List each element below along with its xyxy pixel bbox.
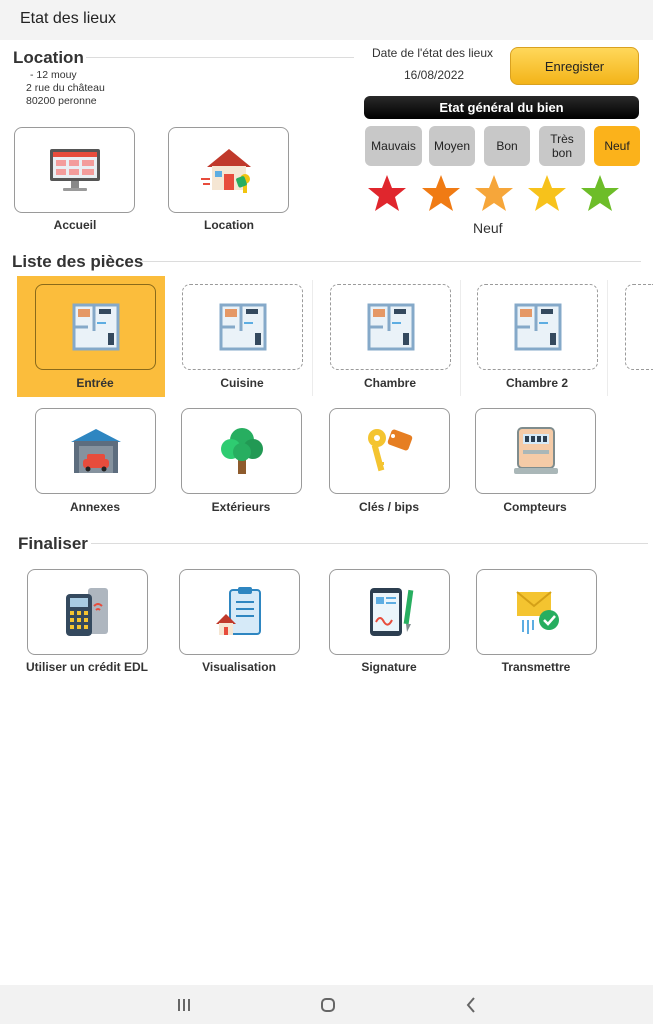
- room-label: Chambre 2: [505, 376, 569, 390]
- room-label: Cuisine: [220, 376, 264, 390]
- annexes-label: Annexes: [69, 500, 121, 514]
- location-button[interactable]: [168, 127, 289, 213]
- finaliser-divider: [91, 543, 648, 544]
- star-icon[interactable]: [527, 173, 567, 213]
- rating-moyen-button[interactable]: Moyen: [429, 126, 475, 166]
- location-address: - 12 mouy 2 rue du château 80200 peronne: [26, 69, 105, 108]
- visualisation-label: Visualisation: [202, 660, 276, 674]
- location-heading: Location: [13, 48, 84, 67]
- signature-label: Signature: [361, 660, 417, 674]
- rating-bon-button[interactable]: Bon: [484, 126, 530, 166]
- annexes-button[interactable]: [35, 408, 156, 494]
- room-chambre-button[interactable]: [330, 284, 451, 370]
- rating-tres-bon-button[interactable]: Très bon: [539, 126, 585, 166]
- tablet-pen-icon: [369, 588, 413, 636]
- visualisation-button[interactable]: [179, 569, 300, 655]
- address-line-1: - 12 mouy: [30, 69, 77, 81]
- floor-plan-icon: [219, 303, 266, 351]
- floor-plan-icon: [367, 303, 414, 351]
- rating-neuf-button[interactable]: Neuf: [594, 126, 640, 166]
- star-icon[interactable]: [367, 173, 407, 213]
- room-cuisine-button[interactable]: [182, 284, 303, 370]
- signature-button[interactable]: [329, 569, 450, 655]
- app-title: Etat des lieux: [20, 10, 117, 27]
- star-icon[interactable]: [580, 173, 620, 213]
- date-value: 16/08/2022: [404, 68, 465, 82]
- accueil-button[interactable]: [14, 127, 135, 213]
- exterieurs-button[interactable]: [181, 408, 302, 494]
- floor-plan-icon: [72, 303, 119, 351]
- location-divider: [86, 57, 354, 58]
- room-label: Chambre: [363, 376, 416, 390]
- star-icon[interactable]: [474, 173, 514, 213]
- room-chambre-2-button[interactable]: [477, 284, 598, 370]
- meter-icon: [513, 427, 558, 474]
- envelope-check-icon: [515, 591, 559, 634]
- house-key-icon: [200, 149, 251, 193]
- keys-icon: [367, 429, 412, 472]
- recent-apps-icon[interactable]: [172, 993, 196, 1017]
- compteurs-button[interactable]: [475, 408, 596, 494]
- finaliser-heading: Finaliser: [18, 534, 88, 553]
- rating-mauvais-button[interactable]: Mauvais: [365, 126, 422, 166]
- back-icon[interactable]: [459, 993, 483, 1017]
- accueil-label: Accueil: [53, 218, 97, 232]
- etat-general-title: Etat général du bien: [364, 96, 639, 119]
- room-next-partial[interactable]: [625, 284, 653, 370]
- payment-terminal-icon: [65, 588, 108, 636]
- transmettre-label: Transmettre: [501, 660, 571, 674]
- pieces-heading: Liste des pièces: [12, 252, 144, 271]
- floor-plan-icon: [514, 303, 561, 351]
- compteurs-label: Compteurs: [503, 500, 567, 514]
- monitor-icon: [49, 149, 100, 191]
- date-label: Date de l'état des lieux: [372, 46, 494, 60]
- cles-bips-button[interactable]: [329, 408, 450, 494]
- utiliser-credit-label: Utiliser un crédit EDL: [25, 660, 149, 674]
- location-tile-label: Location: [204, 218, 254, 232]
- home-icon[interactable]: [316, 993, 340, 1017]
- room-label: Entrée: [76, 376, 114, 390]
- clipboard-house-icon: [215, 587, 261, 635]
- star-icon[interactable]: [421, 173, 461, 213]
- app-bar: Etat des lieux: [0, 0, 653, 40]
- exterieurs-label: Extérieurs: [211, 500, 271, 514]
- tree-icon: [220, 428, 263, 474]
- system-nav-bar: [0, 985, 653, 1024]
- garage-icon: [70, 429, 121, 473]
- rating-value: Neuf: [473, 220, 503, 236]
- room-entree-button[interactable]: [35, 284, 156, 370]
- address-line-2: 2 rue du château: [26, 82, 105, 94]
- save-button[interactable]: Enregister: [510, 47, 639, 85]
- cles-label: Clés / bips: [358, 500, 420, 514]
- utiliser-credit-button[interactable]: [27, 569, 148, 655]
- pieces-divider: [142, 261, 641, 262]
- transmettre-button[interactable]: [476, 569, 597, 655]
- address-line-3: 80200 peronne: [26, 95, 97, 107]
